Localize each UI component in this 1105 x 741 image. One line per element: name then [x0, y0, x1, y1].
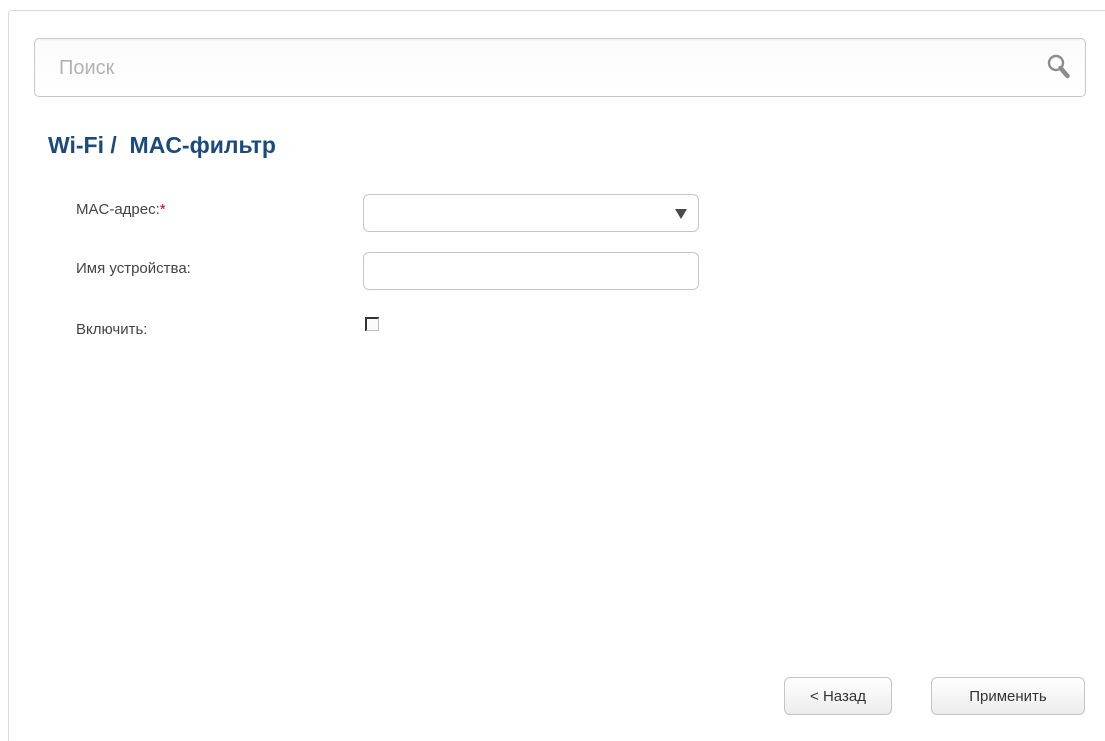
- device-name-label: Имя устройства:: [76, 260, 191, 277]
- mac-address-label-text: MAC-адрес:: [76, 201, 160, 218]
- dropdown-arrow-icon[interactable]: [675, 209, 687, 219]
- enable-checkbox[interactable]: [365, 317, 379, 331]
- apply-button[interactable]: Применить: [931, 677, 1085, 715]
- page-title: Wi-Fi / MAC-фильтр: [48, 132, 276, 158]
- search-input[interactable]: [57, 53, 1021, 83]
- content-panel: Wi-Fi / MAC-фильтр MAC-адрес:* Имя устро…: [8, 10, 1105, 741]
- mac-address-label: MAC-адрес:*: [76, 201, 166, 218]
- search-bar[interactable]: [34, 38, 1086, 97]
- device-name-input[interactable]: [363, 252, 699, 290]
- search-icon[interactable]: [1044, 52, 1076, 84]
- back-button[interactable]: < Назад: [784, 677, 892, 715]
- mac-address-select[interactable]: [363, 194, 699, 232]
- enable-label: Включить:: [76, 321, 148, 338]
- required-mark: *: [159, 201, 166, 218]
